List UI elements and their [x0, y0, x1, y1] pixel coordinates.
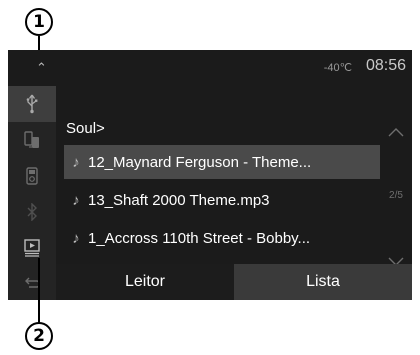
- video-playlist-icon: [24, 239, 40, 257]
- media-screen: ⌃ -40℃ 08:56 Soul> ♪ 12_Maynard Ferguson…: [8, 50, 412, 300]
- page-indicator: 2/5: [389, 190, 403, 201]
- tab-player[interactable]: Leitor: [56, 264, 234, 300]
- usb-icon: [26, 94, 38, 114]
- status-bar: ⌃ -40℃ 08:56: [8, 50, 412, 86]
- track-label: 1_Accross 110th Street - Bobby...: [88, 229, 311, 247]
- track-row[interactable]: ♪ 1_Accross 110th Street - Bobby...: [64, 221, 380, 255]
- ipod-icon: [26, 167, 38, 185]
- sidebar-item-phone[interactable]: [8, 122, 56, 158]
- chevron-up-icon[interactable]: ⌃: [36, 60, 47, 76]
- callout-2: 2: [25, 322, 53, 350]
- sidebar-item-usb[interactable]: [8, 86, 56, 122]
- callout-2-number: 2: [33, 326, 45, 346]
- scroll-up-button[interactable]: [380, 112, 412, 152]
- track-row[interactable]: ♪ 12_Maynard Ferguson - Theme...: [64, 145, 380, 179]
- chevron-up-icon: [388, 128, 404, 137]
- track-label: 12_Maynard Ferguson - Theme...: [88, 153, 312, 171]
- callout-1: 1: [25, 8, 53, 36]
- tab-list[interactable]: Lista: [234, 264, 412, 300]
- view-tabs: Leitor Lista: [56, 264, 412, 300]
- callout-2-line: [38, 258, 40, 324]
- bluetooth-icon: [27, 203, 37, 221]
- music-note-icon: ♪: [72, 229, 80, 247]
- source-sidebar: [8, 86, 56, 300]
- track-row[interactable]: ♪ 13_Shaft 2000 Theme.mp3: [64, 183, 380, 217]
- sidebar-item-playlist[interactable]: [8, 230, 56, 266]
- outside-temperature: -40℃: [323, 62, 352, 74]
- track-label: 13_Shaft 2000 Theme.mp3: [88, 191, 270, 209]
- callout-1-number: 1: [33, 12, 45, 32]
- phone-transfer-icon: [24, 131, 39, 148]
- music-note-icon: ♪: [72, 153, 80, 171]
- sidebar-item-back[interactable]: [8, 266, 56, 300]
- clock: 08:56: [365, 57, 406, 74]
- sidebar-item-ipod[interactable]: [8, 158, 56, 194]
- music-note-icon: ♪: [72, 191, 80, 209]
- list-scroll: 2/5: [380, 112, 412, 282]
- sidebar-item-bluetooth[interactable]: [8, 194, 56, 230]
- folder-breadcrumb[interactable]: Soul>: [66, 120, 105, 137]
